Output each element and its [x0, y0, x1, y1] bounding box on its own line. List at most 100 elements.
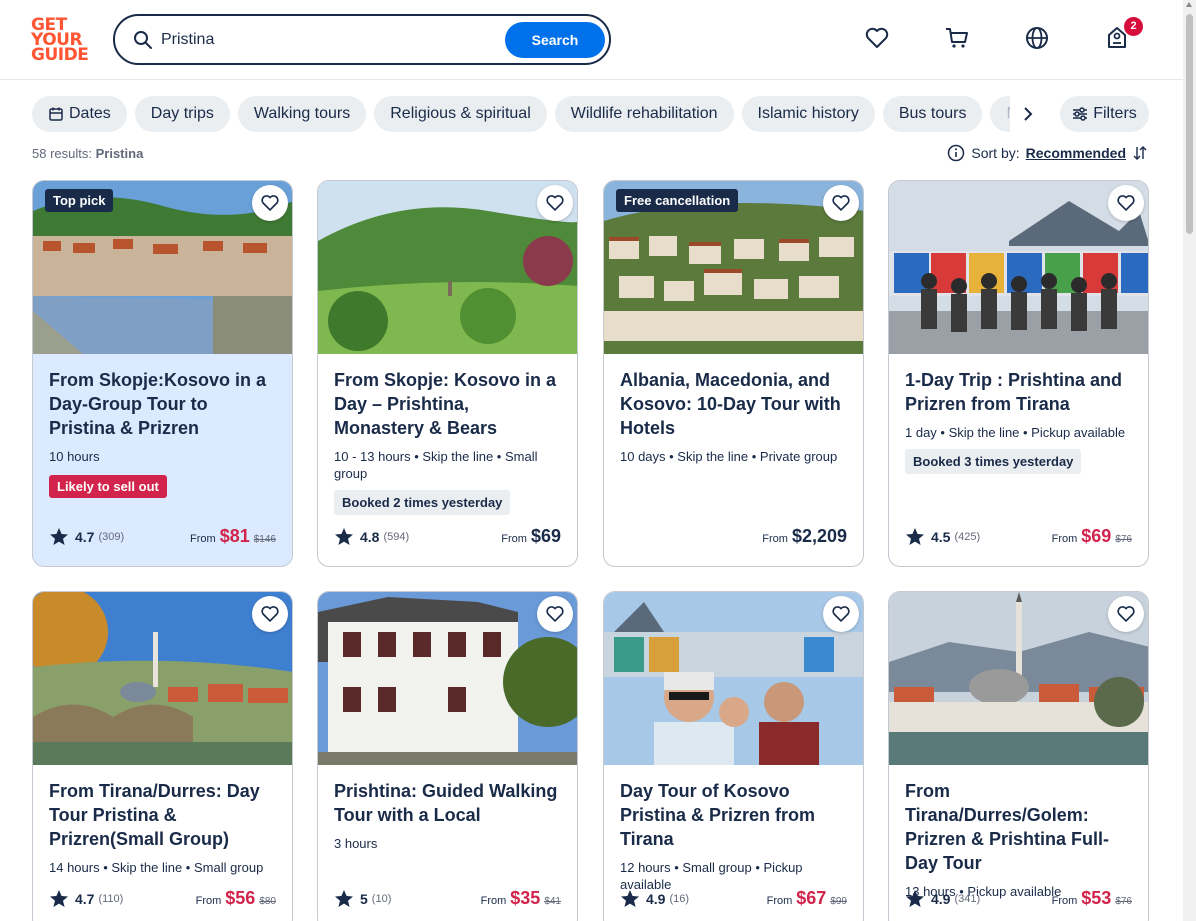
heart-icon — [832, 606, 850, 622]
activity-image[interactable]: Top pick — [33, 181, 292, 354]
activity-card[interactable]: Free cancellation Albania, Macedonia, an… — [603, 180, 864, 567]
price: From $81 $146 — [190, 526, 276, 547]
chip-walking-tours[interactable]: Walking tours — [237, 96, 367, 132]
filters-label: Filters — [1093, 105, 1137, 122]
heart-icon — [1117, 195, 1135, 211]
activity-title[interactable]: From Tirana/Durres: Day Tour Pristina & … — [49, 779, 276, 851]
heart-icon — [832, 195, 850, 211]
activity-card[interactable]: From Tirana/Durres/Golem: Prizren & Pris… — [888, 591, 1149, 921]
activity-title[interactable]: 1-Day Trip : Prishtina and Prizren from … — [905, 368, 1132, 416]
price-from-label: From — [766, 895, 793, 907]
card-footer: 4.9 (16) From $67 $99 — [620, 888, 847, 909]
activity-meta: 1 day • Skip the line • Pickup available — [905, 425, 1126, 440]
add-to-wishlist-button[interactable] — [537, 596, 573, 632]
chip-islamic-history[interactable]: Islamic history — [741, 96, 875, 132]
activity-image[interactable]: Free cancellation — [604, 181, 863, 354]
review-count: (341) — [954, 892, 981, 905]
results-query: Pristina — [95, 146, 144, 161]
activity-title[interactable]: Day Tour of Kosovo Pristina & Prizren fr… — [620, 779, 847, 851]
add-to-wishlist-button[interactable] — [1108, 185, 1144, 221]
activity-image[interactable] — [889, 181, 1148, 354]
price: From $53 $76 — [1052, 888, 1132, 909]
scrollbar-thumb[interactable] — [1186, 14, 1193, 234]
search-button[interactable]: Search — [505, 22, 605, 58]
site-header: GET YOUR GUIDE Search 2 — [0, 0, 1183, 80]
wishlist-heart-icon[interactable] — [864, 25, 890, 51]
sort-arrows-icon[interactable] — [1132, 145, 1148, 161]
rating: 5 (10) — [334, 889, 391, 909]
chip-dates[interactable]: Dates — [32, 96, 127, 132]
price-amount: $35 — [510, 888, 541, 908]
heart-icon — [261, 195, 279, 211]
results-summary: 58 results: Pristina — [32, 146, 143, 161]
price-amount: $81 — [219, 526, 250, 546]
search-input[interactable] — [161, 28, 481, 52]
rating-value: 4.7 — [75, 528, 95, 545]
add-to-wishlist-button[interactable] — [537, 185, 573, 221]
original-price: $146 — [253, 534, 276, 545]
top-pick-tag: Top pick — [45, 189, 114, 212]
card-footer: 4.7 (110) From $56 $80 — [49, 888, 276, 909]
activity-title[interactable]: From Skopje:Kosovo in a Day-Group Tour t… — [49, 368, 276, 440]
rating-value: 4.9 — [646, 890, 666, 907]
activity-title[interactable]: From Skopje: Kosovo in a Day – Prishtina… — [334, 368, 561, 440]
price: From $56 $80 — [196, 888, 276, 909]
rating: 4.9 (16) — [620, 889, 689, 909]
star-icon — [335, 527, 353, 545]
card-body: 1-Day Trip : Prishtina and Prizren from … — [889, 354, 1148, 474]
info-icon[interactable] — [947, 144, 965, 162]
price-amount: $2,209 — [791, 526, 847, 546]
page-scrollbar[interactable] — [1183, 0, 1196, 921]
price: From $69 $76 — [1052, 526, 1132, 547]
sort-label: Sort by: — [971, 145, 1020, 161]
activity-meta: 10 - 13 hours • Skip the line • Small gr… — [334, 449, 538, 481]
add-to-wishlist-button[interactable] — [252, 185, 288, 221]
activity-title[interactable]: Albania, Macedonia, and Kosovo: 10-Day T… — [620, 368, 847, 440]
chip-bus-tours[interactable]: Bus tours — [882, 96, 983, 132]
activity-image[interactable] — [604, 592, 863, 765]
activity-card[interactable]: Prishtina: Guided Walking Tour with a Lo… — [317, 591, 578, 921]
chip-day-trips[interactable]: Day trips — [134, 96, 230, 132]
rating: 4.5 (425) — [905, 527, 980, 547]
cart-icon[interactable] — [944, 25, 970, 51]
activity-card[interactable]: From Tirana/Durres: Day Tour Pristina & … — [32, 591, 293, 921]
activity-image[interactable] — [318, 181, 577, 354]
activity-card[interactable]: 1-Day Trip : Prishtina and Prizren from … — [888, 180, 1149, 567]
sort-value[interactable]: Recommended — [1026, 145, 1126, 161]
filters-button[interactable]: Filters — [1060, 96, 1149, 132]
price-amount: $69 — [1081, 526, 1112, 546]
activity-image[interactable] — [33, 592, 292, 765]
card-footer: 4.5 (425) From $69 $76 — [905, 526, 1132, 547]
chip-religious-spiritual[interactable]: Religious & spiritual — [374, 96, 547, 132]
activity-image[interactable] — [318, 592, 577, 765]
add-to-wishlist-button[interactable] — [823, 185, 859, 221]
rating-value: 4.7 — [75, 890, 95, 907]
globe-language-icon[interactable] — [1024, 25, 1050, 51]
price-from-label: From — [762, 533, 788, 545]
activity-card[interactable]: Day Tour of Kosovo Pristina & Prizren fr… — [603, 591, 864, 921]
activity-image[interactable] — [889, 592, 1148, 765]
price-from-label: From — [501, 533, 527, 545]
search-bar: Search — [113, 14, 611, 65]
chevron-right-icon — [1024, 107, 1033, 121]
review-count: (16) — [669, 892, 690, 905]
logo-line-3: GUIDE — [31, 44, 89, 65]
add-to-wishlist-button[interactable] — [1108, 596, 1144, 632]
rating: 4.9 (341) — [905, 889, 980, 909]
getyourguide-logo[interactable]: GET YOUR GUIDE — [31, 16, 91, 64]
activity-title[interactable]: From Tirana/Durres/Golem: Prizren & Pris… — [905, 779, 1132, 875]
add-to-wishlist-button[interactable] — [823, 596, 859, 632]
activity-card[interactable]: Top pick From Skopje:Kosovo in a Day-Gro… — [32, 180, 293, 567]
calendar-icon — [49, 107, 63, 121]
price-from-label: From — [1051, 895, 1078, 907]
activity-title[interactable]: Prishtina: Guided Walking Tour with a Lo… — [334, 779, 561, 827]
card-body: From Tirana/Durres: Day Tour Pristina & … — [33, 765, 292, 876]
activity-card[interactable]: From Skopje: Kosovo in a Day – Prishtina… — [317, 180, 578, 567]
add-to-wishlist-button[interactable] — [252, 596, 288, 632]
chips-next-button[interactable] — [1010, 96, 1046, 132]
rating: 4.7 (110) — [49, 889, 123, 909]
price: From $69 — [501, 526, 561, 547]
chip-wildlife-rehabilitation[interactable]: Wildlife rehabilitation — [554, 96, 734, 132]
scroll-up-arrow-icon[interactable] — [1186, 2, 1192, 7]
free-cancellation-tag: Free cancellation — [616, 189, 739, 212]
